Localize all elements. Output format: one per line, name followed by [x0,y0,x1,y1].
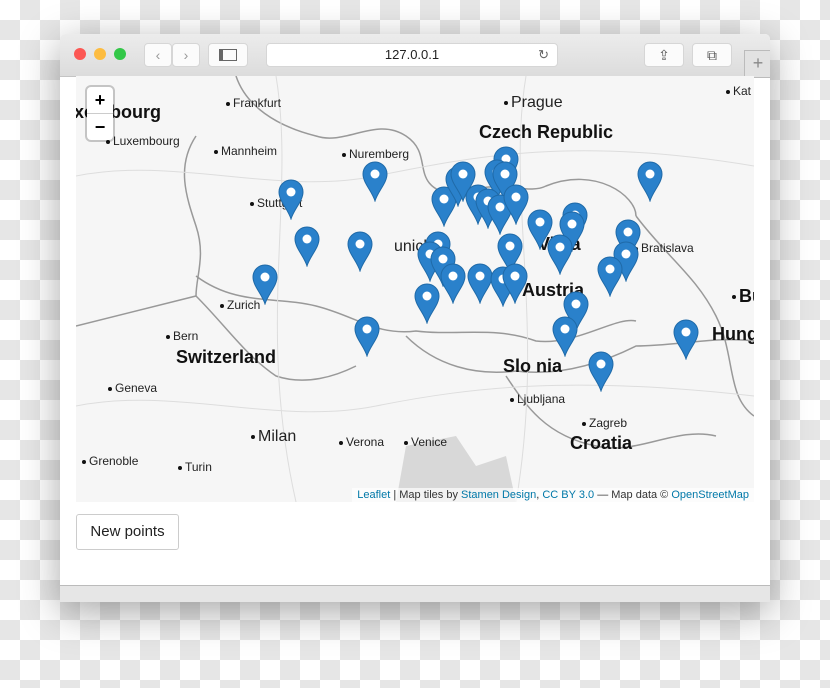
sidebar-button[interactable] [208,43,248,67]
map-marker[interactable] [503,184,529,226]
map-label-turin: Turin [178,460,212,474]
map-marker[interactable] [502,263,528,305]
map-label-kat: Kat [726,84,751,98]
map-label-ljubljana: Ljubljana [510,392,565,406]
map-marker[interactable] [414,283,440,325]
attribution-text-2: — Map data © [594,489,672,501]
new-tab-button[interactable]: + [744,50,770,78]
map-label-zagreb: Zagreb [582,416,627,430]
status-bar [60,585,770,602]
map-label-bratislava: Bratislava [634,241,694,255]
map[interactable]: + − xembourg Frankfurt Luxembourg Mannheim N… [76,76,754,502]
map-attribution: Leaflet | Map tiles by Stamen Design, CC… [352,488,754,502]
chevron-right-icon: › [183,47,189,63]
cc-link[interactable]: CC BY 3.0 [542,489,594,501]
map-marker[interactable] [547,234,573,276]
map-marker[interactable] [252,264,278,306]
zoom-out-button[interactable]: − [87,114,113,140]
map-label-mannheim: Mannheim [214,144,277,158]
map-marker[interactable] [278,179,304,221]
url-text: 127.0.0.1 [384,47,440,62]
map-marker[interactable] [637,161,663,203]
map-label-luxembourg: Luxembourg [106,134,180,148]
map-label-grenoble: Grenoble [82,454,138,468]
map-marker[interactable] [673,319,699,361]
title-bar: ‹ › 127.0.0.1 ↻ ⇪ ⧉ + [60,34,770,78]
reload-icon[interactable]: ↻ [538,44,549,66]
browser-window: ‹ › 127.0.0.1 ↻ ⇪ ⧉ + + − xembourg Frankfu… [60,34,770,602]
leaflet-link[interactable]: Leaflet [357,489,390,501]
map-label-bern: Bern [166,329,198,343]
map-label-croatia: Croatia [570,433,633,453]
zoom-control: + − [87,87,113,140]
maximize-button[interactable] [114,48,126,60]
map-label-prague: Prague [504,94,563,112]
map-marker[interactable] [294,226,320,268]
map-label-nuremberg: Nuremberg [342,147,409,161]
map-marker[interactable] [588,351,614,393]
map-label-geneva: Geneva [108,381,157,395]
map-marker[interactable] [552,316,578,358]
back-button[interactable]: ‹ [144,43,172,67]
map-label-venice: Venice [404,435,447,449]
attribution-text: | Map tiles by [390,489,462,501]
zoom-in-button[interactable]: + [87,87,113,114]
map-label-hung: Hung [712,324,754,344]
map-label-bu: Bu [732,286,754,307]
share-button[interactable]: ⇪ [644,43,684,67]
new-points-button[interactable]: New points [76,514,179,550]
share-icon: ⇪ [658,47,670,63]
map-marker[interactable] [354,316,380,358]
map-label-verona: Verona [339,435,384,449]
map-marker[interactable] [440,263,466,305]
osm-link[interactable]: OpenStreetMap [671,489,749,501]
close-button[interactable] [74,48,86,60]
chevron-left-icon: ‹ [155,47,161,63]
map-label-switzerland: Switzerland [176,347,277,367]
minimize-button[interactable] [94,48,106,60]
map-label-milan: Milan [251,428,296,446]
tabs-icon: ⧉ [707,47,717,63]
map-label-frankfurt: Frankfurt [226,96,281,110]
tabs-button[interactable]: ⧉ [692,43,732,67]
map-label-slovenia: Slo nia [503,356,563,376]
map-marker[interactable] [347,231,373,273]
forward-button[interactable]: › [172,43,200,67]
address-bar[interactable]: 127.0.0.1 ↻ [266,43,558,67]
stamen-link[interactable]: Stamen Design [461,489,536,501]
map-label-czech: Czech Republic [479,122,614,142]
map-marker[interactable] [597,256,623,298]
map-marker[interactable] [362,161,388,203]
sidebar-icon [219,49,237,61]
